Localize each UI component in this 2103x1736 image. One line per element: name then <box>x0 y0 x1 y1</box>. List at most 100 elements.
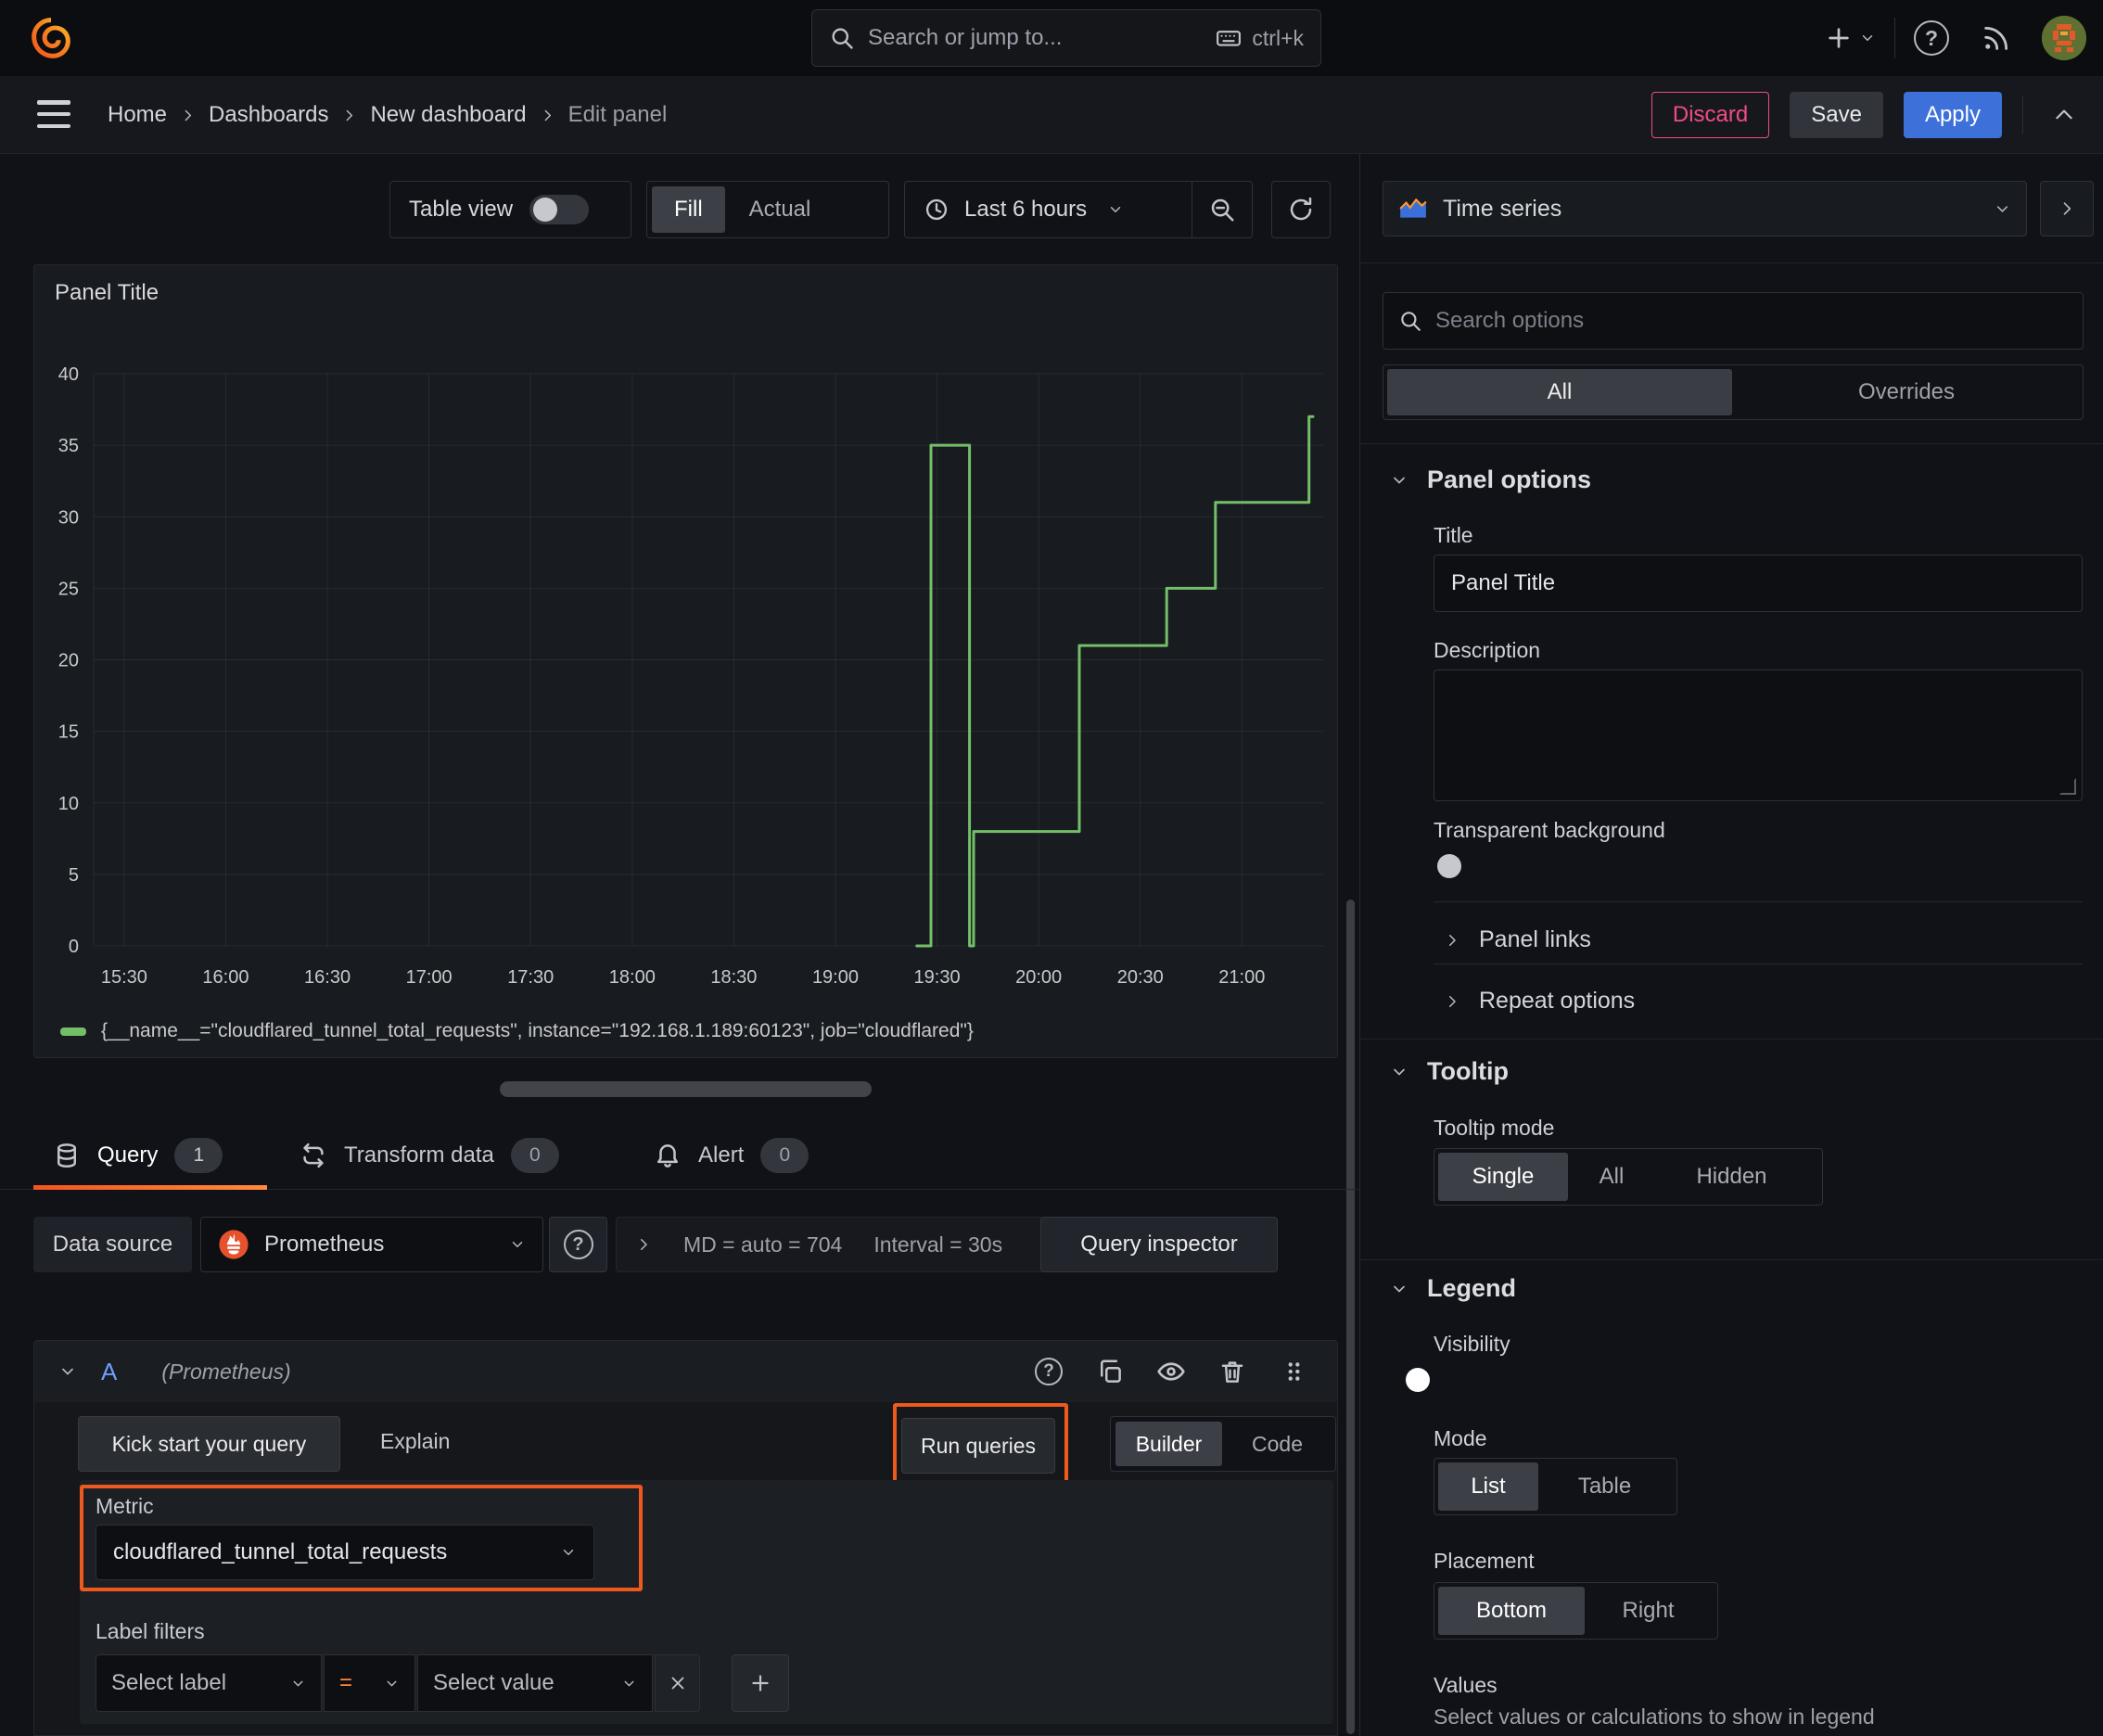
svg-text:21:00: 21:00 <box>1218 967 1265 988</box>
datasource-help-button[interactable]: ? <box>549 1217 607 1272</box>
legend-bottom-option[interactable]: Bottom <box>1438 1587 1585 1635</box>
chevron-right-icon <box>2063 202 2071 215</box>
user-avatar[interactable] <box>2042 16 2086 60</box>
legend-section-header[interactable]: Legend <box>1390 1274 1516 1303</box>
top-nav: Search or jump to... ctrl+k ? <box>0 0 2103 76</box>
panel-options-header[interactable]: Panel options <box>1390 466 1591 494</box>
global-search-input[interactable]: Search or jump to... ctrl+k <box>811 9 1321 67</box>
prometheus-icon <box>219 1230 249 1259</box>
chevron-down-icon <box>1394 1285 1405 1292</box>
duplicate-query-button[interactable] <box>1090 1352 1129 1391</box>
tooltip-section-header[interactable]: Tooltip <box>1390 1057 1509 1086</box>
menu-button[interactable] <box>37 100 70 128</box>
clock-icon <box>925 198 948 221</box>
query-inspector-button[interactable]: Query inspector <box>1040 1217 1278 1272</box>
title-field-label: Title <box>1434 523 1473 547</box>
query-options-summary[interactable]: MD = auto = 704 Interval = 30s <box>616 1217 1044 1272</box>
run-queries-button[interactable]: Run queries <box>901 1418 1055 1474</box>
legend-visibility-label: Visibility <box>1434 1332 1510 1356</box>
search-shortcut: ctrl+k <box>1215 24 1304 52</box>
save-button[interactable]: Save <box>1790 92 1883 138</box>
hamburger-icon <box>37 100 70 105</box>
svg-text:15:30: 15:30 <box>101 967 147 988</box>
code-option[interactable]: Code <box>1224 1422 1331 1466</box>
query-builder-area: Metric cloudflared_tunnel_total_requests… <box>80 1480 1333 1724</box>
panel-links-section[interactable]: Panel links <box>1444 926 1591 953</box>
tab-transform[interactable]: Transform data 0 <box>300 1121 559 1190</box>
collapse-query-icon[interactable] <box>58 1362 77 1381</box>
drag-query-handle[interactable] <box>1274 1352 1313 1391</box>
legend-table-option[interactable]: Table <box>1540 1462 1669 1511</box>
select-label-dropdown[interactable]: Select label <box>96 1654 322 1712</box>
resize-handle-icon[interactable] <box>2059 778 2076 795</box>
help-button[interactable]: ? <box>1914 20 1949 56</box>
chevron-down-icon <box>1862 35 1873 41</box>
query-row-header[interactable]: A (Prometheus) ? <box>34 1341 1337 1402</box>
help-icon: ? <box>1914 20 1949 56</box>
refresh-button[interactable] <box>1271 181 1331 238</box>
tab-all-options[interactable]: All <box>1387 369 1732 415</box>
remove-filter-button[interactable] <box>655 1654 700 1712</box>
apply-button[interactable]: Apply <box>1903 92 2002 138</box>
table-view-toggle[interactable] <box>529 195 590 224</box>
kick-start-query-button[interactable]: Kick start your query <box>78 1416 340 1472</box>
tab-query[interactable]: Query 1 <box>53 1121 223 1190</box>
query-help-button[interactable]: ? <box>1029 1352 1068 1391</box>
description-textarea[interactable] <box>1434 670 2083 801</box>
breadcrumb-dashboards[interactable]: Dashboards <box>209 102 328 128</box>
query-editor-card: A (Prometheus) ? Kick start your query E… <box>33 1340 1338 1736</box>
panel-title-input[interactable] <box>1434 555 2083 612</box>
repeat-options-section[interactable]: Repeat options <box>1444 988 1635 1015</box>
svg-text:19:00: 19:00 <box>812 967 859 988</box>
fill-option[interactable]: Fill <box>652 186 725 233</box>
zoom-out-button[interactable] <box>1192 182 1252 237</box>
main-scrollbar[interactable] <box>1346 900 1355 1734</box>
visualization-picker[interactable]: Time series <box>1383 181 2027 236</box>
tab-alert[interactable]: Alert 0 <box>654 1121 809 1190</box>
select-value-dropdown[interactable]: Select value <box>417 1654 653 1712</box>
pane-resize-handle[interactable] <box>500 1081 872 1097</box>
builder-option[interactable]: Builder <box>1115 1422 1222 1466</box>
metric-select[interactable]: cloudflared_tunnel_total_requests <box>96 1525 594 1580</box>
eye-icon <box>1157 1362 1185 1381</box>
collapse-options-button[interactable] <box>2044 95 2084 135</box>
tooltip-all-option[interactable]: All <box>1570 1153 1653 1201</box>
actual-option[interactable]: Actual <box>727 186 834 233</box>
svg-text:20: 20 <box>58 651 79 671</box>
add-filter-button[interactable] <box>732 1654 789 1712</box>
breadcrumb-new-dashboard[interactable]: New dashboard <box>370 102 526 128</box>
add-new-button[interactable] <box>1824 23 1876 53</box>
options-search[interactable]: Search options <box>1383 292 2084 350</box>
tab-alert-count: 0 <box>760 1138 809 1173</box>
legend-placement-switch: Bottom Right <box>1434 1582 1718 1640</box>
breadcrumb-home[interactable]: Home <box>108 102 167 128</box>
timeseries-chart[interactable]: 0 5 10 15 20 25 30 35 40 15:30 16:00 16:30 17:00 17:3… <box>34 265 1337 1007</box>
tooltip-section-title: Tooltip <box>1427 1057 1509 1085</box>
datasource-picker[interactable]: Prometheus <box>200 1217 543 1272</box>
time-range-picker[interactable]: Last 6 hours <box>905 197 1192 223</box>
svg-text:10: 10 <box>58 794 79 814</box>
tooltip-single-option[interactable]: Single <box>1438 1153 1568 1201</box>
open-viz-list-button[interactable] <box>2040 181 2094 236</box>
tooltip-hidden-option[interactable]: Hidden <box>1655 1153 1808 1201</box>
svg-text:20:00: 20:00 <box>1015 967 1062 988</box>
legend-series-label[interactable]: {__name__="cloudflared_tunnel_total_requ… <box>101 1020 974 1042</box>
select-label-placeholder: Select label <box>111 1670 227 1695</box>
legend-list-option[interactable]: List <box>1438 1462 1538 1511</box>
time-range-control: Last 6 hours <box>904 181 1253 238</box>
grafana-logo[interactable] <box>28 15 74 61</box>
rss-icon <box>1984 26 2008 50</box>
actions-divider <box>2022 96 2023 134</box>
toggle-query-visibility-button[interactable] <box>1152 1352 1191 1391</box>
legend-values-label: Values <box>1434 1673 1498 1697</box>
operator-dropdown[interactable]: = <box>324 1654 415 1712</box>
news-button[interactable] <box>1981 22 2012 54</box>
table-view-control: Table view <box>389 181 631 238</box>
bell-icon <box>657 1144 678 1168</box>
metric-value: cloudflared_tunnel_total_requests <box>113 1539 448 1564</box>
panel-preview: Panel Title 0 5 10 15 20 25 30 35 40 15:30 16:00 16… <box>33 264 1338 1058</box>
discard-button[interactable]: Discard <box>1651 92 1770 138</box>
legend-right-option[interactable]: Right <box>1587 1587 1710 1635</box>
tab-overrides[interactable]: Overrides <box>1734 369 2079 415</box>
delete-query-button[interactable] <box>1213 1352 1252 1391</box>
